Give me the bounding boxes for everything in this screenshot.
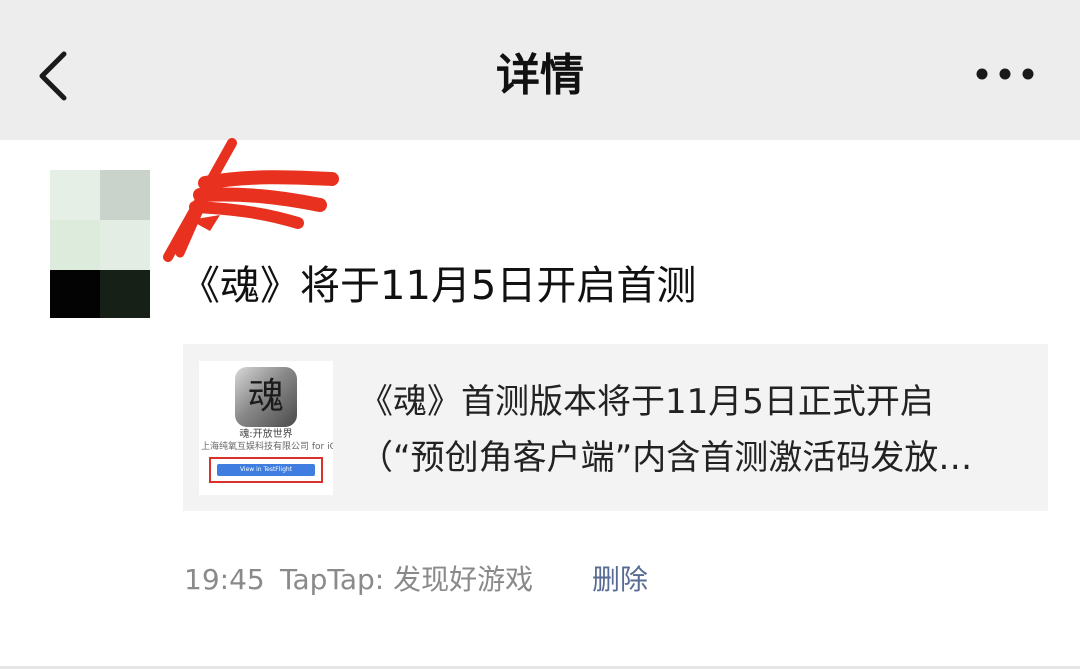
more-dots-icon [976, 68, 1034, 80]
link-card-title-line-1: 《魂》首测版本将于11月5日正式开启 [359, 382, 934, 422]
app-icon: 魂 [235, 367, 297, 427]
avatar[interactable] [50, 170, 150, 318]
post-text: 《魂》将于11月5日开启首测 [180, 263, 697, 309]
link-thumbnail: 魂 魂:开放世界 上海纯氧互娱科技有限公司 for iOS View in Te… [199, 361, 333, 495]
top-nav-bar: 详情 [0, 0, 1080, 140]
page-title: 详情 [496, 50, 584, 101]
app-icon-glyph: 魂 [247, 376, 284, 417]
link-card-title-line-2: （“预创角客户端”内含首测激活码发放… [359, 438, 973, 478]
avatar-pixel [50, 220, 100, 270]
avatar-pixel [100, 220, 150, 270]
avatar-pixel [100, 270, 150, 318]
avatar-pixel [50, 270, 100, 318]
thumbnail-developer: 上海纯氧互娱科技有限公司 for iOS [201, 442, 333, 452]
post-time: 19:45 [184, 563, 265, 596]
more-options-button[interactable] [968, 52, 1040, 96]
thumbnail-testflight-button: View in TestFlight [217, 464, 315, 476]
redaction-scribble [163, 138, 339, 262]
avatar-pixel [50, 170, 100, 220]
shared-link-card[interactable]: 魂 魂:开放世界 上海纯氧互娱科技有限公司 for iOS View in Te… [183, 344, 1048, 511]
thumbnail-app-name: 魂:开放世界 [239, 429, 293, 440]
avatar-pixel [100, 170, 150, 220]
post-source-link[interactable]: TapTap: 发现好游戏 [280, 560, 533, 600]
thumbnail-highlight-box: View in TestFlight [209, 457, 323, 483]
delete-button[interactable]: 删除 [592, 560, 648, 600]
